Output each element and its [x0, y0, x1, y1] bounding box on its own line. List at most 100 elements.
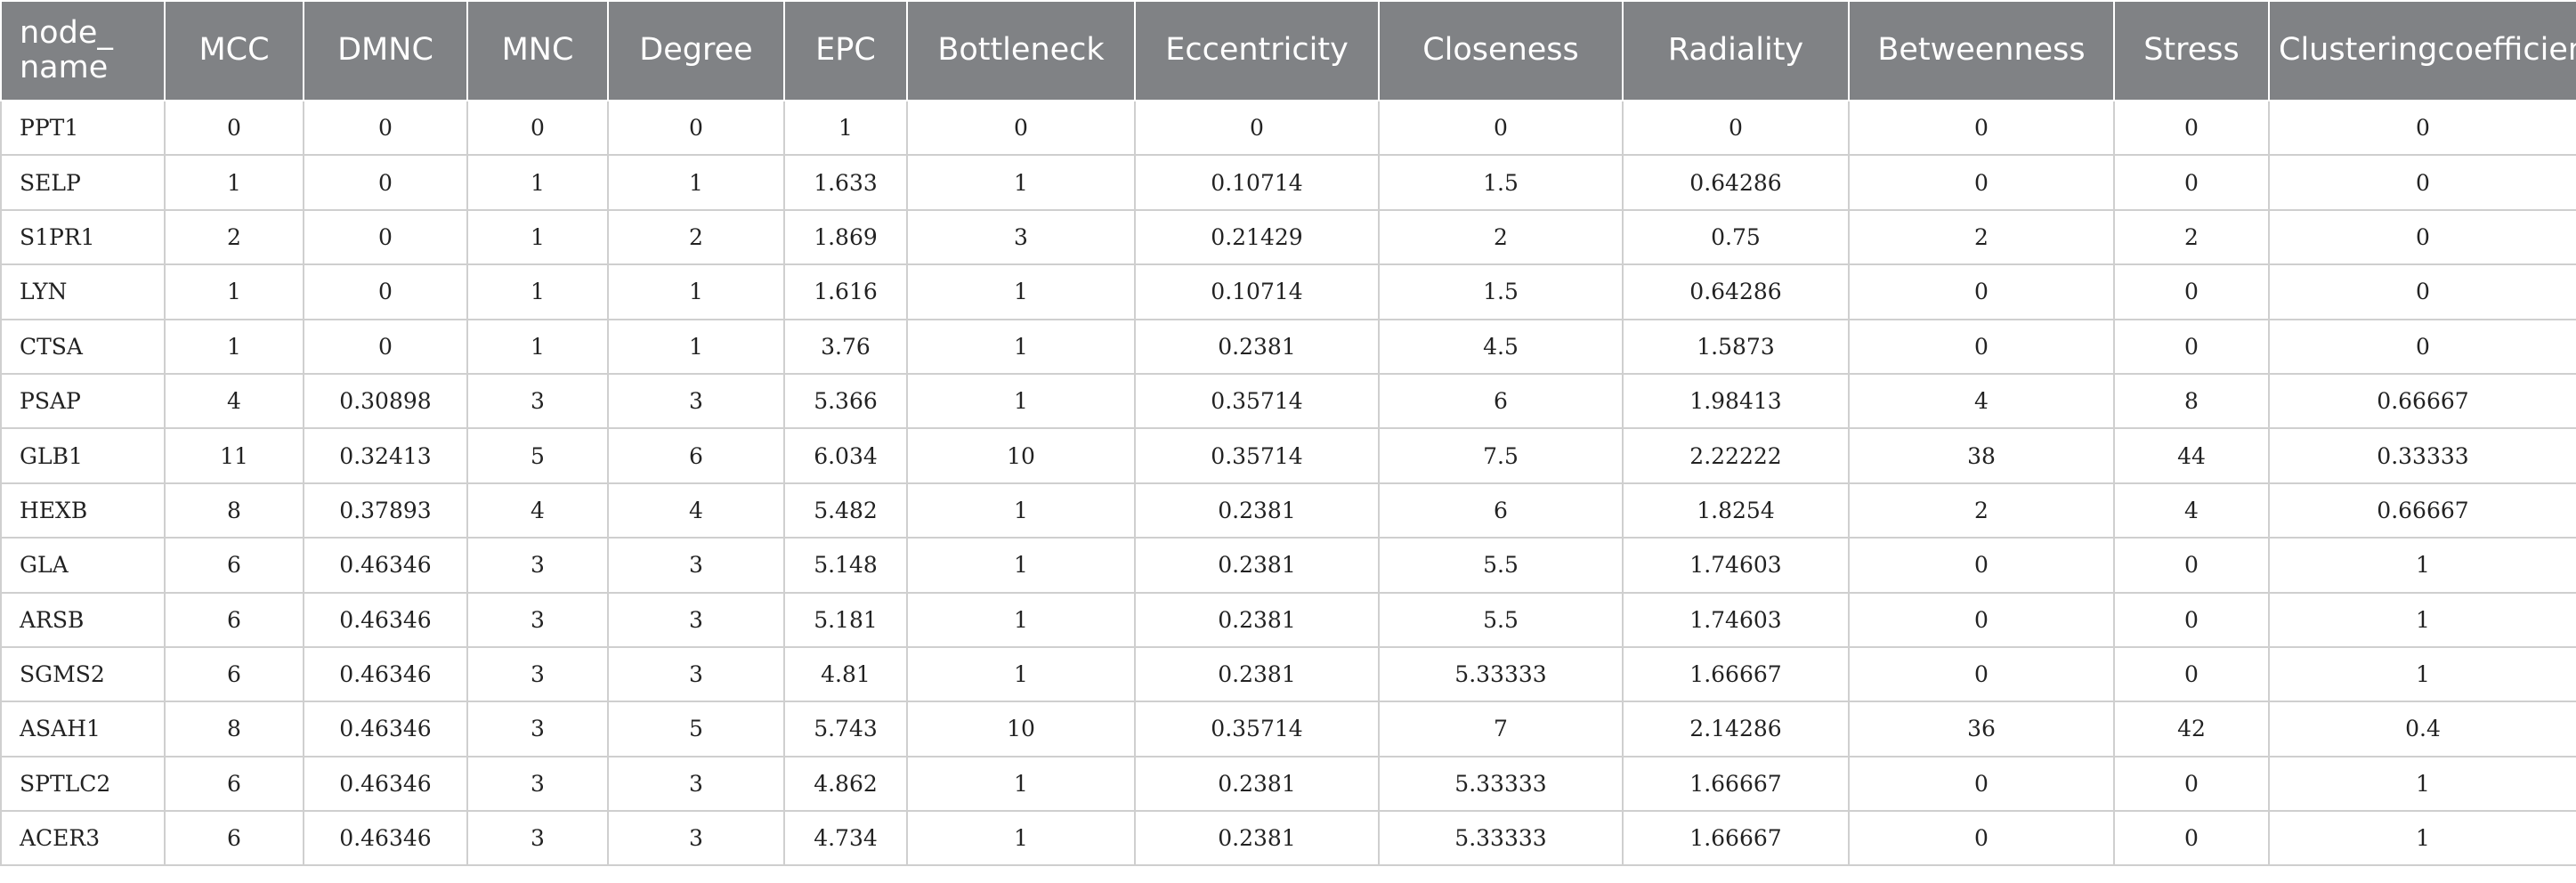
cell-node-name: PSAP — [0, 372, 166, 430]
cell-closeness: 7 — [1378, 701, 1624, 757]
cell-stress: 0 — [2113, 645, 2270, 703]
cell-mnc: 1 — [466, 154, 609, 211]
cell-mcc: 2 — [164, 208, 304, 266]
cell-bottleneck: 1 — [906, 372, 1136, 430]
cell-mcc: 8 — [164, 482, 304, 539]
cell-clustering-coefficient: 1 — [2268, 537, 2576, 594]
cell-epc: 5.181 — [783, 591, 908, 648]
cell-epc: 1 — [783, 99, 908, 157]
table-row: SPTLC2 6 0.46346 3 3 4.862 1 0.2381 5.33333 1.666… — [0, 755, 2576, 813]
cell-stress: 0 — [2113, 99, 2270, 157]
cell-radiality: 0.64286 — [1622, 263, 1850, 320]
node-name-line-2: name — [20, 50, 109, 85]
cell-closeness: 2 — [1378, 208, 1624, 266]
cell-node-name: GLB1 — [0, 427, 166, 484]
cell-dmnc: 0 — [303, 154, 468, 211]
cell-closeness: 5.33333 — [1378, 810, 1624, 867]
cell-closeness: 1.5 — [1378, 154, 1624, 211]
cell-node-name: SPTLC2 — [0, 755, 166, 813]
cell-mcc: 0 — [164, 99, 304, 157]
cell-closeness: 4.5 — [1378, 318, 1624, 375]
cell-betweenness: 38 — [1848, 427, 2115, 484]
cell-dmnc: 0.32413 — [303, 427, 468, 484]
column-header-mcc: MCC — [164, 0, 304, 101]
column-header-node-name: node_ name — [0, 0, 166, 101]
cell-mnc: 4 — [466, 482, 609, 539]
cell-clustering-coefficient: 0.66667 — [2268, 372, 2576, 430]
cell-node-name: SGMS2 — [0, 645, 166, 703]
cell-dmnc: 0 — [303, 318, 468, 375]
cell-clustering-coefficient: 0.4 — [2268, 701, 2576, 757]
cell-radiality: 1.98413 — [1622, 372, 1850, 430]
cell-degree: 0 — [607, 99, 785, 157]
cell-mcc: 6 — [164, 591, 304, 648]
column-header-betweenness: Betweenness — [1848, 0, 2115, 101]
cell-betweenness: 4 — [1848, 372, 2115, 430]
cell-betweenness: 36 — [1848, 701, 2115, 757]
cell-bottleneck: 1 — [906, 154, 1136, 211]
cell-stress: 0 — [2113, 591, 2270, 648]
cell-degree: 3 — [607, 591, 785, 648]
cell-node-name: HEXB — [0, 482, 166, 539]
cell-mcc: 8 — [164, 701, 304, 757]
cell-dmnc: 0.46346 — [303, 537, 468, 594]
cell-betweenness: 0 — [1848, 810, 2115, 867]
cell-closeness: 1.5 — [1378, 263, 1624, 320]
column-header-clustering-coefficient: Clusteringcoefficient — [2268, 0, 2576, 101]
cell-degree: 4 — [607, 482, 785, 539]
cell-node-name: S1PR1 — [0, 208, 166, 266]
cell-stress: 0 — [2113, 154, 2270, 211]
cell-bottleneck: 1 — [906, 318, 1136, 375]
cell-mcc: 6 — [164, 537, 304, 594]
cell-degree: 2 — [607, 208, 785, 266]
cell-eccentricity: 0.35714 — [1134, 427, 1380, 484]
table-body: PPT1 0 0 0 0 1 0 0 0 0 0 0 0 SELP 1 0 1 1 1.633 1 0.10714 1.5… — [0, 99, 2576, 867]
cell-betweenness: 0 — [1848, 537, 2115, 594]
cell-dmnc: 0.30898 — [303, 372, 468, 430]
cell-radiality: 1.74603 — [1622, 537, 1850, 594]
cell-epc: 5.743 — [783, 701, 908, 757]
cell-mnc: 3 — [466, 591, 609, 648]
cell-bottleneck: 1 — [906, 482, 1136, 539]
cell-epc: 4.81 — [783, 645, 908, 703]
cell-epc: 4.734 — [783, 810, 908, 867]
cell-closeness: 5.5 — [1378, 591, 1624, 648]
cell-stress: 4 — [2113, 482, 2270, 539]
table-container: node_ name MCC DMNC MNC Degree EPC Bottle… — [0, 0, 2576, 867]
cell-mnc: 3 — [466, 372, 609, 430]
cell-epc: 1.869 — [783, 208, 908, 266]
cell-mnc: 1 — [466, 318, 609, 375]
table-row: GLB1 11 0.32413 5 6 6.034 10 0.35714 7.5 2.22222 3… — [0, 427, 2576, 484]
cell-clustering-coefficient: 0 — [2268, 99, 2576, 157]
cell-mnc: 1 — [466, 208, 609, 266]
cell-epc: 1.633 — [783, 154, 908, 211]
cell-mnc: 3 — [466, 810, 609, 867]
cell-dmnc: 0 — [303, 263, 468, 320]
node-name-line-1: node_ — [20, 14, 113, 51]
cell-closeness: 7.5 — [1378, 427, 1624, 484]
cell-bottleneck: 1 — [906, 591, 1136, 648]
cell-betweenness: 2 — [1848, 208, 2115, 266]
table-row: ASAH1 8 0.46346 3 5 5.743 10 0.35714 7 2.14286 36 4… — [0, 701, 2576, 757]
cell-mcc: 4 — [164, 372, 304, 430]
table-row: HEXB 8 0.37893 4 4 5.482 1 0.2381 6 1.8254 2 4 0.666… — [0, 482, 2576, 539]
cell-bottleneck: 1 — [906, 810, 1136, 867]
table-row: ARSB 6 0.46346 3 3 5.181 1 0.2381 5.5 1.74603 0 0 1 — [0, 591, 2576, 648]
cell-clustering-coefficient: 0 — [2268, 208, 2576, 266]
cell-bottleneck: 10 — [906, 701, 1136, 757]
cell-eccentricity: 0.35714 — [1134, 372, 1380, 430]
cell-clustering-coefficient: 0.33333 — [2268, 427, 2576, 484]
cell-closeness: 6 — [1378, 482, 1624, 539]
cell-node-name: ASAH1 — [0, 701, 166, 757]
cell-mnc: 3 — [466, 755, 609, 813]
cell-radiality: 1.66667 — [1622, 645, 1850, 703]
cell-node-name: CTSA — [0, 318, 166, 375]
cell-mcc: 1 — [164, 154, 304, 211]
cell-mcc: 1 — [164, 318, 304, 375]
cell-node-name: ARSB — [0, 591, 166, 648]
column-header-degree: Degree — [607, 0, 785, 101]
cell-mnc: 3 — [466, 701, 609, 757]
table-row: LYN 1 0 1 1 1.616 1 0.10714 1.5 0.64286 0 0 0 — [0, 263, 2576, 320]
cell-stress: 0 — [2113, 810, 2270, 867]
cell-clustering-coefficient: 0 — [2268, 318, 2576, 375]
